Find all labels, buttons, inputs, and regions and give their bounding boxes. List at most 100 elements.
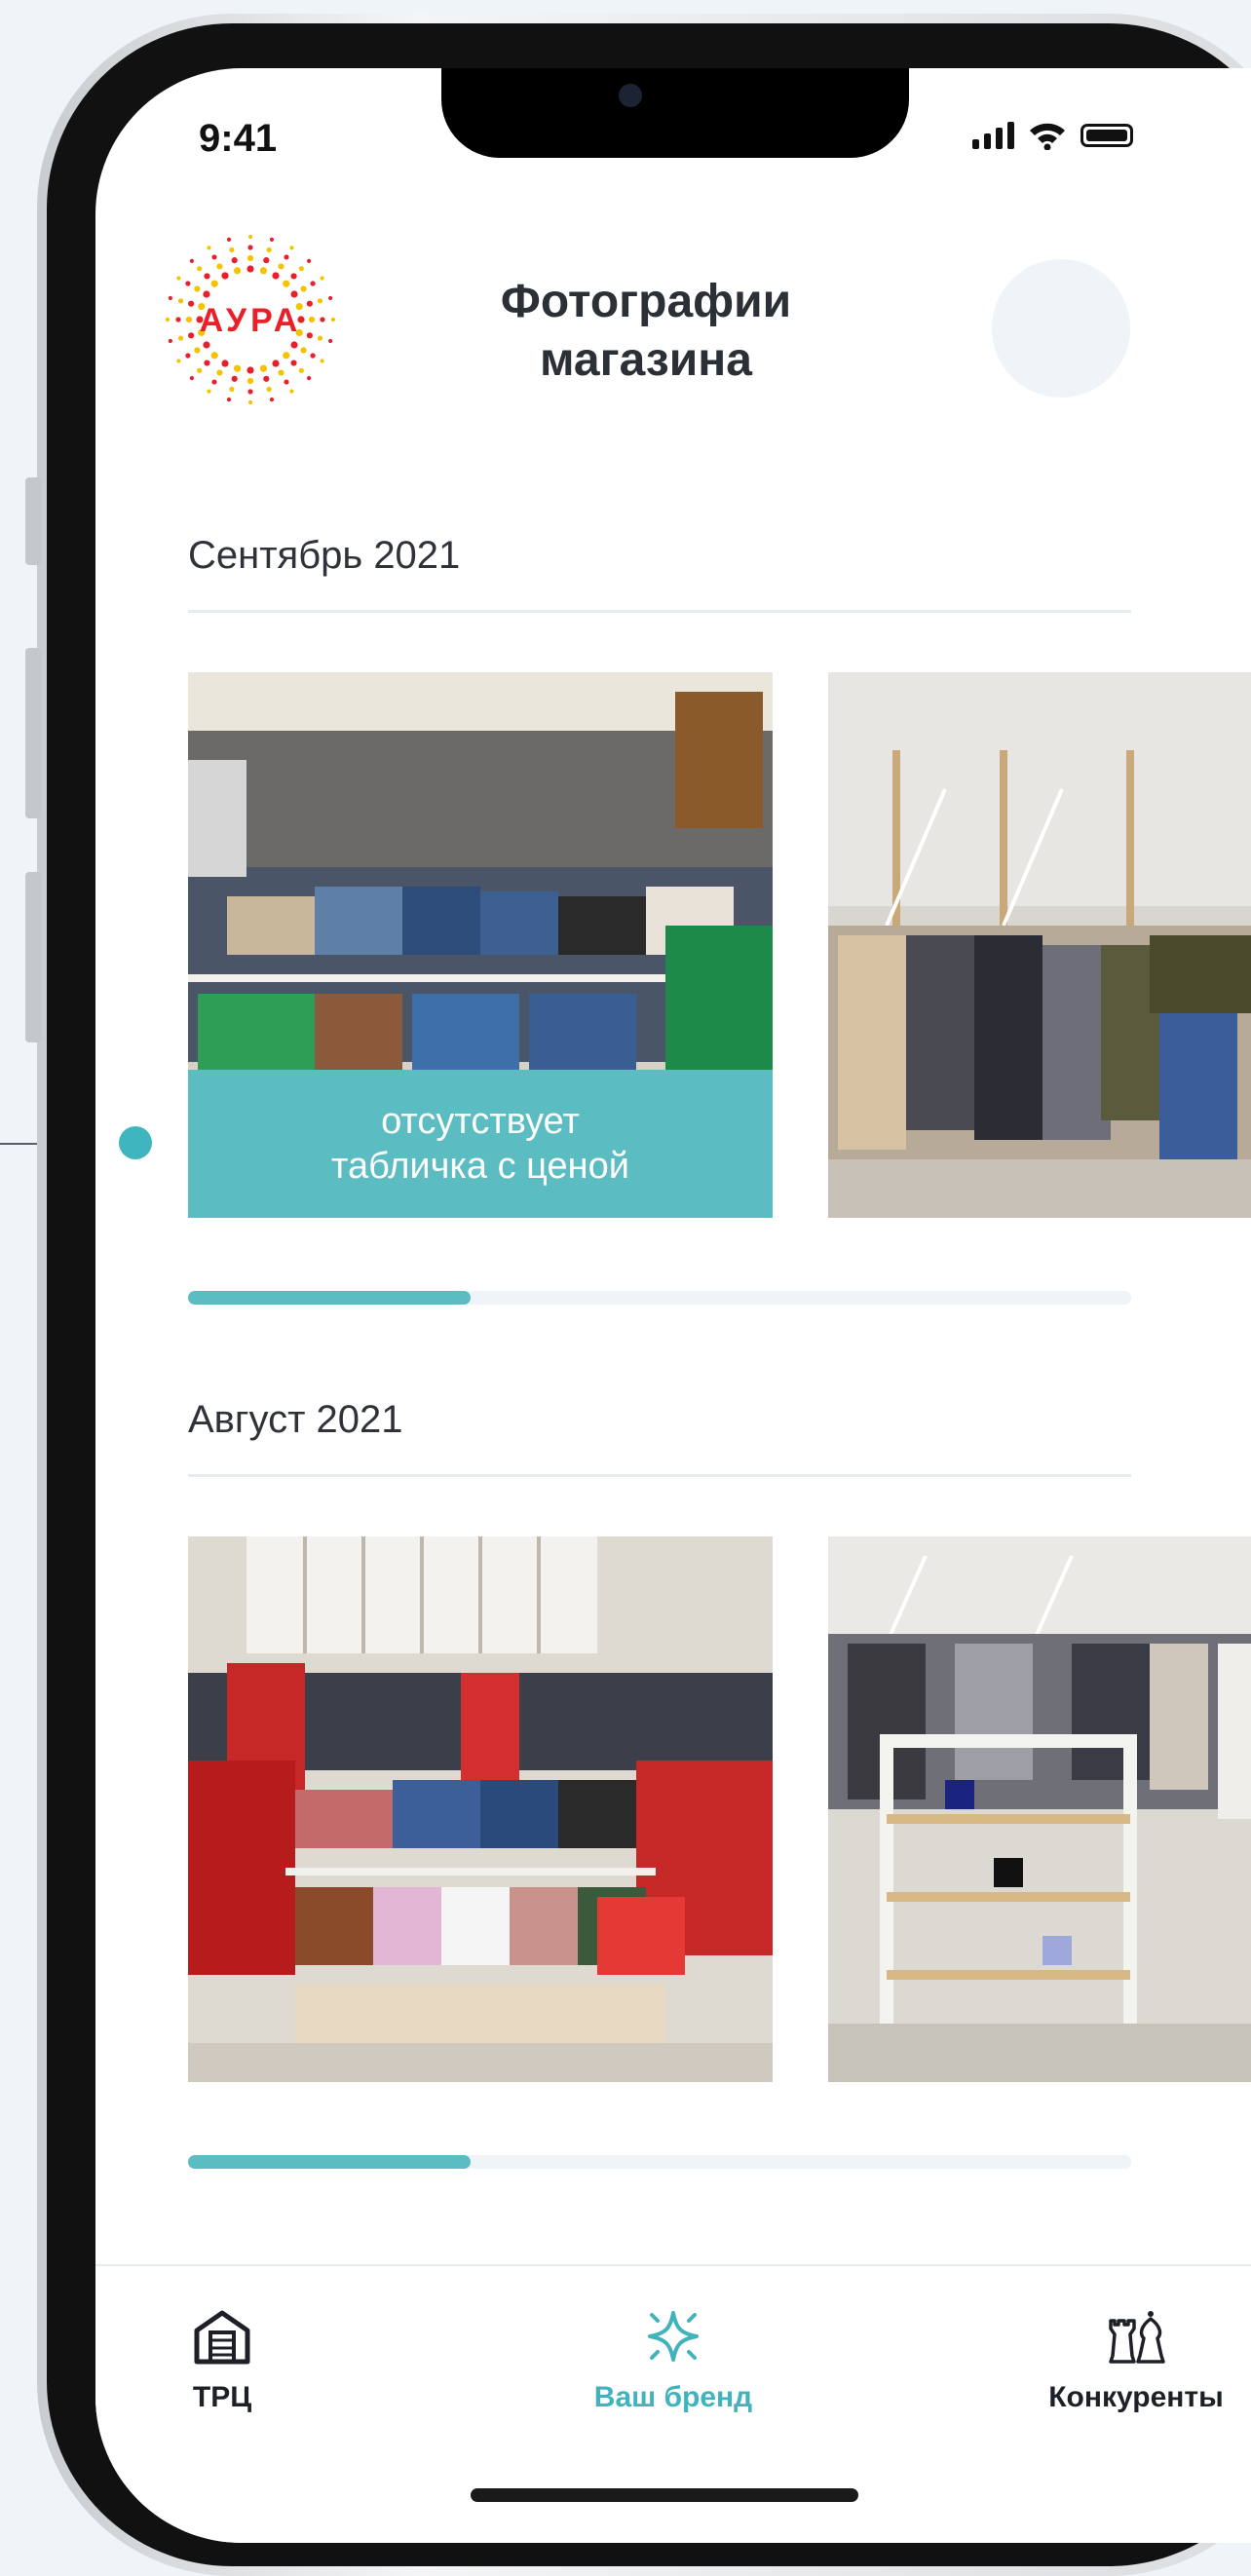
logo-dot	[269, 237, 275, 242]
logo-dot	[207, 246, 211, 250]
logo-dot	[259, 267, 268, 275]
logo-dot	[204, 360, 210, 366]
page-title-line-1: Фотографии	[500, 276, 792, 327]
logo-text: АУРА	[200, 302, 302, 339]
logo-dot	[203, 341, 210, 349]
status-icons	[972, 121, 1133, 150]
tab-your-brand[interactable]: Ваш бренд	[547, 2305, 800, 2414]
tab-competitors[interactable]: Конкуренты	[1009, 2305, 1251, 2414]
logo-dot	[317, 298, 323, 304]
logo-dot	[203, 290, 210, 298]
logo-dot	[246, 366, 254, 374]
store-photo[interactable]	[188, 1536, 773, 2082]
logo-dot	[177, 298, 184, 304]
logo-dot	[226, 237, 232, 242]
logo-dot	[194, 285, 201, 292]
logo-dot	[185, 281, 191, 286]
logo-dot	[306, 332, 313, 339]
logo-dot	[298, 367, 304, 373]
logo-dot	[168, 295, 172, 301]
section-title-august: Август 2021	[188, 1398, 403, 1441]
logo-dot	[168, 338, 172, 344]
status-time: 9:41	[199, 117, 278, 160]
logo-dot	[194, 347, 201, 354]
logo-dot	[320, 359, 324, 363]
photos-scroll-progress	[188, 1291, 1131, 1305]
logo-dot	[283, 352, 290, 360]
section-title-september: Сентябрь 2021	[188, 534, 461, 577]
logo-dot	[189, 258, 194, 263]
logo-dot	[233, 267, 242, 275]
logo-dot	[210, 280, 218, 287]
logo-dot	[247, 399, 253, 405]
logo-dot	[204, 273, 210, 280]
logo-dot	[289, 246, 294, 250]
logo-dot	[330, 317, 336, 322]
wifi-icon	[1030, 123, 1065, 150]
logo-dot	[307, 376, 312, 381]
sparkle-star-icon	[648, 2311, 699, 2362]
logo-dot	[229, 386, 235, 393]
phone-side-button	[25, 477, 41, 565]
annotation-dot	[119, 1126, 152, 1159]
logo-dot	[284, 379, 289, 385]
logo-dot	[216, 369, 223, 376]
store-photo[interactable]: отсутствует табличка с ценой	[188, 672, 773, 1218]
logo-dot	[300, 347, 307, 354]
logo-dot	[231, 375, 238, 382]
logo-dot	[211, 379, 217, 385]
logo-dot	[177, 335, 184, 341]
logo-dot	[328, 338, 333, 344]
logo-dot	[247, 389, 253, 395]
logo-dot	[233, 364, 242, 372]
logo-dot	[266, 246, 272, 253]
tab-label: ТРЦ	[192, 2381, 252, 2413]
tab-label: Ваш бренд	[593, 2381, 753, 2413]
progress-fill	[188, 2155, 472, 2169]
logo-dot	[308, 316, 316, 323]
logo-dot	[216, 263, 223, 270]
logo-dot	[165, 317, 171, 322]
logo-dot	[328, 295, 333, 301]
photo-issue-label-line-2: табличка с ценой	[331, 1146, 629, 1187]
logo-dot	[188, 332, 195, 339]
logo-dot	[197, 266, 203, 272]
mall-building-icon	[194, 2310, 250, 2365]
logo-dot	[185, 316, 193, 323]
logo-dot	[290, 341, 298, 349]
home-indicator	[471, 2488, 858, 2502]
battery-icon	[1080, 124, 1133, 147]
logo-dot	[290, 290, 298, 298]
phone-side-button	[25, 648, 41, 818]
avatar[interactable]	[992, 259, 1130, 398]
logo-dot	[229, 246, 235, 253]
logo-dot	[266, 386, 272, 393]
logo-dot	[283, 280, 290, 287]
store-photo[interactable]	[828, 1536, 1251, 2082]
logo-dot	[247, 234, 253, 240]
chess-pieces-icon	[1109, 2311, 1165, 2364]
phone-side-button	[25, 872, 41, 1042]
logo-dot	[306, 300, 313, 307]
logo-dot	[278, 263, 284, 270]
logo-dot	[197, 367, 203, 373]
page-title: Фотографии магазина	[466, 273, 826, 390]
section-divider	[188, 610, 1131, 613]
logo-dot	[310, 353, 316, 359]
store-photo[interactable]	[828, 672, 1251, 1218]
logo-dot	[284, 254, 289, 260]
photos-scroll-progress	[188, 2155, 1131, 2169]
tab-mall[interactable]: ТРЦ	[95, 2305, 349, 2414]
logo-dot	[189, 376, 194, 381]
logo-dot	[221, 360, 229, 367]
logo-dot	[176, 276, 181, 281]
logo-dot	[300, 285, 307, 292]
logo-dot	[269, 398, 275, 402]
logo-dot	[226, 398, 232, 402]
section-divider	[188, 1474, 1131, 1477]
logo-dot	[307, 258, 312, 263]
logo-dot	[188, 300, 195, 307]
logo-dot	[207, 389, 211, 394]
app-screen: 9:41 АУРА Фотографии магазина Сентябрь 2…	[95, 68, 1251, 2543]
front-camera	[619, 84, 642, 107]
